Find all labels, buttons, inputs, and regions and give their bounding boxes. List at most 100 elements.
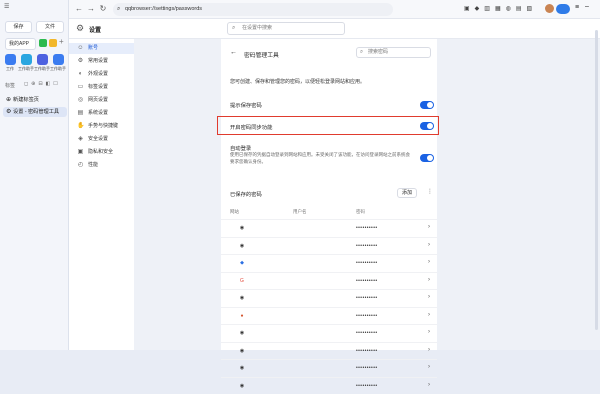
password-row[interactable]: G •••••••••• › [221, 271, 437, 289]
more-options-icon[interactable]: ⋮ [427, 188, 433, 195]
auto-signin-description: 使用已保存的凭据自动登录到网站和应用。未受关闭了该功能，在访问登录网站之前系统会… [230, 152, 410, 164]
app-tile-label: 工作助手 [18, 66, 34, 71]
password-value: •••••••••• [356, 365, 378, 371]
password-value: •••••••••• [356, 347, 378, 354]
tab-section-label: 标签 [5, 83, 16, 89]
user-icon: ☺ [77, 45, 84, 51]
add-password-button[interactable]: 添加 [397, 188, 417, 198]
tab-tools: ◻⊕⊟◧☐ [24, 81, 61, 87]
enable-sync-label: 开启密码同步功能 [230, 125, 273, 131]
column-header-username: 用户名 [293, 209, 307, 214]
save-label: 保存 [13, 24, 24, 30]
url-text: qqbrowser://settings/passwords [125, 6, 203, 12]
nav-item[interactable]: ⚙ 常用设置 [69, 56, 134, 67]
forward-arrow-icon[interactable]: → [87, 5, 95, 13]
nav-item[interactable]: ▣ 隐私和安全 [69, 147, 134, 158]
nav-item[interactable]: ◴ 性能 [69, 160, 134, 171]
chevron-right-icon[interactable]: › [428, 259, 430, 265]
back-icon[interactable]: ← [230, 49, 237, 56]
password-row[interactable]: ◉ •••••••••• › [221, 289, 437, 306]
password-row[interactable]: ◉ •••••••••• › [221, 341, 437, 359]
settings-search-placeholder: 在设置中搜索 [242, 25, 273, 31]
chevron-right-icon[interactable]: › [428, 294, 430, 300]
my-app-button[interactable]: 我的APP [5, 38, 36, 50]
nav-item-label: 隐私和安全 [88, 149, 114, 155]
cloud-button[interactable] [556, 4, 570, 14]
globe-icon: ◉ [239, 330, 245, 336]
nav-item[interactable]: ✋ 手势与快捷键 [69, 121, 134, 132]
globe-icon: ◉ [239, 382, 245, 389]
chevron-right-icon[interactable]: › [428, 242, 430, 248]
new-tab-label: 新建标签页 [13, 97, 39, 103]
hand-icon: ✋ [77, 123, 85, 129]
nav-item[interactable]: ◐ 外观设置 [69, 69, 134, 80]
column-header-password: 密码 [356, 209, 365, 214]
password-manager-card: ← 密码管理工具 ⌕ 搜索密码 您可创建、保存和管理您的密码，以便轻松登录网站和… [217, 39, 439, 389]
enable-sync-toggle[interactable] [420, 122, 434, 130]
google-icon: G [240, 277, 244, 284]
add-icon[interactable]: + [59, 37, 64, 46]
nav-item-label: 手势与快捷键 [88, 123, 119, 129]
toolbar-extensions: ▣◆▥▦◍▤▧ [464, 6, 538, 12]
password-value: •••••••••• [356, 225, 378, 231]
nav-item-label: 外观设置 [88, 71, 109, 77]
files-button[interactable]: 文件 [36, 21, 64, 33]
refresh-icon[interactable]: ↻ [99, 5, 107, 13]
my-app-label: 我的APP [9, 41, 30, 47]
app-tile-icon[interactable] [37, 54, 48, 65]
page-scrollbar[interactable] [595, 30, 598, 330]
left-panel: ☰ 保存 文件 我的APP + 工作 工作助手 工作助手 工作助手 标签 ◻⊕⊟◧☐ … [0, 0, 69, 350]
auto-signin-toggle[interactable] [420, 154, 434, 162]
offer-save-toggle[interactable] [420, 101, 434, 109]
minimize-icon[interactable]: – [585, 3, 589, 10]
globe-icon: ◉ [239, 347, 245, 354]
password-value: •••••••••• [356, 242, 378, 249]
password-row[interactable]: ◉ •••••••••• › [221, 376, 437, 394]
chevron-right-icon[interactable]: › [428, 329, 430, 335]
password-value: •••••••••• [356, 260, 378, 266]
diamond-icon: ◆ [240, 260, 244, 266]
password-row[interactable]: ◉ •••••••••• › [221, 219, 437, 236]
nav-item[interactable]: ▭ 标签设置 [69, 82, 134, 93]
nav-item[interactable]: ◎ 网页设置 [69, 95, 134, 106]
menu-icon[interactable]: ≡ [575, 4, 579, 11]
back-icon[interactable]: ☰ [4, 4, 9, 10]
settings-tab-item[interactable]: ⚙ 设置 - 密码管理工具 [3, 107, 67, 117]
avatar-icon: ● [240, 312, 244, 319]
back-arrow-icon[interactable]: ← [75, 5, 83, 13]
wechat-icon[interactable] [39, 39, 47, 47]
app-tile-icon[interactable] [5, 54, 16, 65]
settings-page: ⚙ 设置 ⌕ 在设置中搜索 ☺ 账号 ⚙ 常用设置 ◐ 外观设置 ▭ 标签设置 ◎ 网页设置 ▤ 系统… [69, 19, 600, 389]
app-tile-icon[interactable] [21, 54, 32, 65]
globe-icon: ◉ [239, 242, 245, 249]
password-search-input[interactable]: ⌕ 搜索密码 [356, 47, 431, 58]
password-row[interactable]: ◆ •••••••••• › [221, 254, 437, 271]
address-bar[interactable]: ⌕ qqbrowser://settings/passwords [113, 3, 393, 16]
app-tile-icon[interactable] [53, 54, 64, 65]
nav-item[interactable]: ▤ 系统设置 [69, 108, 134, 119]
chevron-right-icon[interactable]: › [428, 277, 430, 283]
password-row[interactable]: ◉ •••••••••• › [221, 236, 437, 254]
avatar[interactable] [545, 4, 554, 13]
chevron-right-icon[interactable]: › [428, 224, 430, 230]
password-row[interactable]: ● •••••••••• › [221, 306, 437, 324]
chevron-right-icon[interactable]: › [428, 364, 430, 370]
save-button[interactable]: 保存 [5, 21, 32, 33]
password-row[interactable]: ◉ •••••••••• › [221, 359, 437, 376]
palette-icon: ◐ [78, 71, 83, 77]
offer-save-label: 提示保存密码 [230, 103, 262, 109]
app-icon[interactable] [49, 39, 57, 47]
nav-item[interactable]: ◈ 安全设置 [69, 134, 134, 145]
settings-tab-icon: ⚙ [6, 109, 12, 115]
chevron-right-icon[interactable]: › [428, 382, 430, 388]
settings-search-input[interactable]: ⌕ 在设置中搜索 [227, 22, 345, 35]
panel-toolbar: ☰ [4, 3, 9, 10]
new-tab-item[interactable]: ⊕ 新建标签页 [3, 95, 67, 105]
chevron-right-icon[interactable]: › [428, 312, 430, 318]
nav-item-label: 安全设置 [88, 136, 109, 142]
nav-item-label: 系统设置 [88, 110, 109, 116]
password-row[interactable]: ◉ •••••••••• › [221, 324, 437, 341]
nav-item-label: 性能 [88, 162, 99, 168]
nav-item[interactable]: ☺ 账号 [69, 43, 134, 54]
search-icon: ⌕ [117, 6, 121, 12]
